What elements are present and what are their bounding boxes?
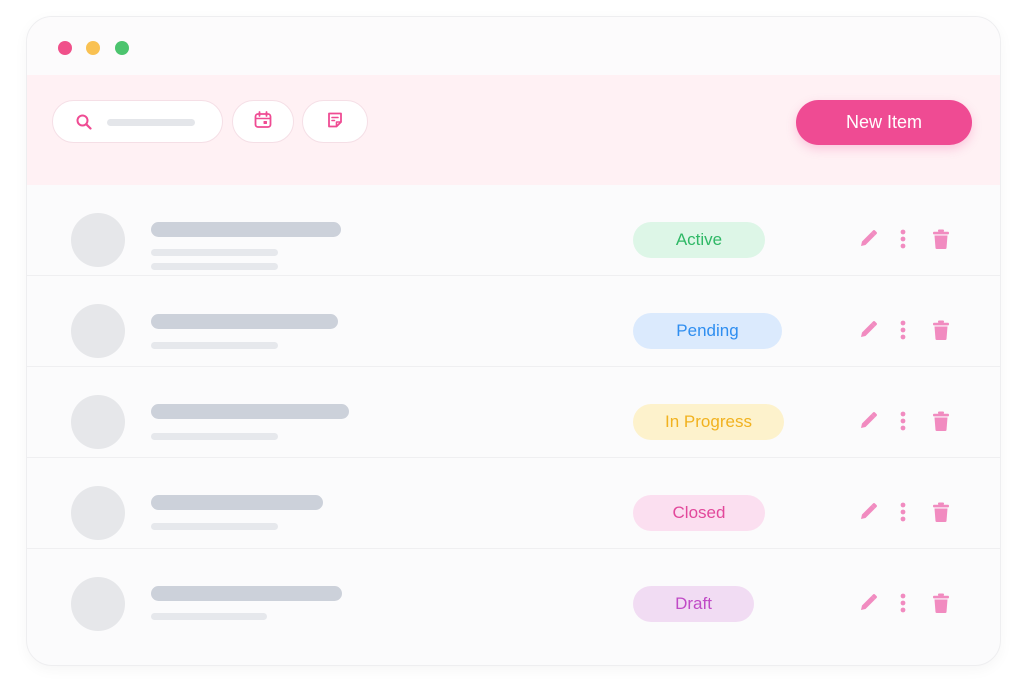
trash-icon[interactable] [930,592,952,614]
item-title-placeholder [151,586,342,601]
search-input[interactable] [107,119,195,126]
notes-button[interactable] [302,100,368,143]
toolbar: New Item [27,75,1000,185]
app-window: New Item Active Pending In Progress Clos… [26,16,1001,666]
more-vertical-icon[interactable] [895,228,911,250]
pencil-icon[interactable] [857,501,879,523]
status-badge: Pending [633,313,782,349]
item-subtitle-placeholder [151,433,278,440]
pencil-icon[interactable] [857,410,879,432]
item-subtitle-placeholder [151,342,278,349]
list-item[interactable]: Draft [27,549,1000,639]
item-subtitle-placeholder [151,613,267,620]
pencil-icon[interactable] [857,592,879,614]
avatar [71,304,125,358]
item-title-placeholder [151,314,338,329]
maximize-window-button[interactable] [115,41,129,55]
item-subtitle-placeholder [151,263,278,270]
trash-icon[interactable] [930,319,952,341]
item-subtitle-placeholder [151,523,278,530]
status-badge: In Progress [633,404,784,440]
pencil-icon[interactable] [857,319,879,341]
avatar [71,395,125,449]
status-badge: Draft [633,586,754,622]
trash-icon[interactable] [930,410,952,432]
pencil-icon[interactable] [857,228,879,250]
minimize-window-button[interactable] [86,41,100,55]
trash-icon[interactable] [930,501,952,523]
avatar [71,213,125,267]
list-item[interactable]: In Progress [27,367,1000,458]
more-vertical-icon[interactable] [895,319,911,341]
list-item[interactable]: Active [27,185,1000,276]
search-icon [75,113,93,131]
search-box[interactable] [52,100,223,143]
list-item[interactable]: Pending [27,276,1000,367]
title-bar [27,17,1000,75]
more-vertical-icon[interactable] [895,410,911,432]
avatar [71,486,125,540]
item-title-placeholder [151,222,341,237]
status-badge: Active [633,222,765,258]
item-title-placeholder [151,404,349,419]
item-title-placeholder [151,495,323,510]
list-item[interactable]: Closed [27,458,1000,549]
new-item-button[interactable]: New Item [796,100,972,145]
status-badge: Closed [633,495,765,531]
close-window-button[interactable] [58,41,72,55]
item-list: Active Pending In Progress Closed Draft [27,185,1000,639]
trash-icon[interactable] [930,228,952,250]
more-vertical-icon[interactable] [895,592,911,614]
note-icon [325,110,345,134]
calendar-icon [253,110,273,134]
item-subtitle-placeholder [151,249,278,256]
calendar-button[interactable] [232,100,294,143]
avatar [71,577,125,631]
more-vertical-icon[interactable] [895,501,911,523]
